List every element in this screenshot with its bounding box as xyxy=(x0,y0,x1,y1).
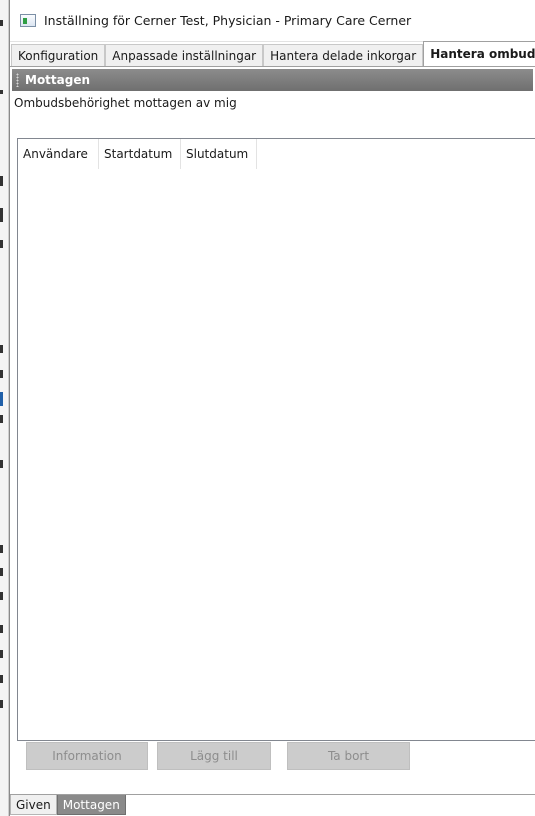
title-bar[interactable]: Inställning för Cerner Test, Physician -… xyxy=(10,0,535,42)
grip-handle-icon xyxy=(16,73,19,87)
panel-header: Mottagen xyxy=(12,69,533,91)
column-header-slutdatum[interactable]: Slutdatum xyxy=(181,139,257,169)
information-button[interactable]: Information xyxy=(26,742,148,770)
app-window-icon xyxy=(20,14,36,27)
background-window-edge xyxy=(0,0,9,816)
bottom-tab-strip: Given Mottagen xyxy=(10,794,535,816)
section-label: Ombudsbehörighet mottagen av mig xyxy=(14,96,237,110)
list-header: Användare Startdatum Slutdatum xyxy=(18,139,535,169)
tab-konfiguration[interactable]: Konfiguration xyxy=(11,44,106,66)
tab-given[interactable]: Given xyxy=(10,795,57,815)
column-header-startdatum[interactable]: Startdatum xyxy=(99,139,181,169)
action-buttons: Information Lägg till Ta bort xyxy=(26,742,410,770)
tab-hantera-ombud[interactable]: Hantera ombud xyxy=(423,41,535,66)
window-title: Inställning för Cerner Test, Physician -… xyxy=(44,13,412,28)
remove-button[interactable]: Ta bort xyxy=(287,742,410,770)
settings-tab-strip: Konfiguration Anpassade inställningar Ha… xyxy=(10,41,535,67)
tab-mottagen[interactable]: Mottagen xyxy=(56,795,126,815)
column-header-anvandare[interactable]: Användare xyxy=(18,139,99,169)
tab-anpassade-installningar[interactable]: Anpassade inställningar xyxy=(105,44,264,66)
delegates-received-list[interactable]: Användare Startdatum Slutdatum xyxy=(17,138,535,741)
add-button[interactable]: Lägg till xyxy=(157,742,271,770)
tab-hantera-delade-inkorgar[interactable]: Hantera delade inkorgar xyxy=(263,44,424,66)
panel-header-label: Mottagen xyxy=(25,73,91,87)
